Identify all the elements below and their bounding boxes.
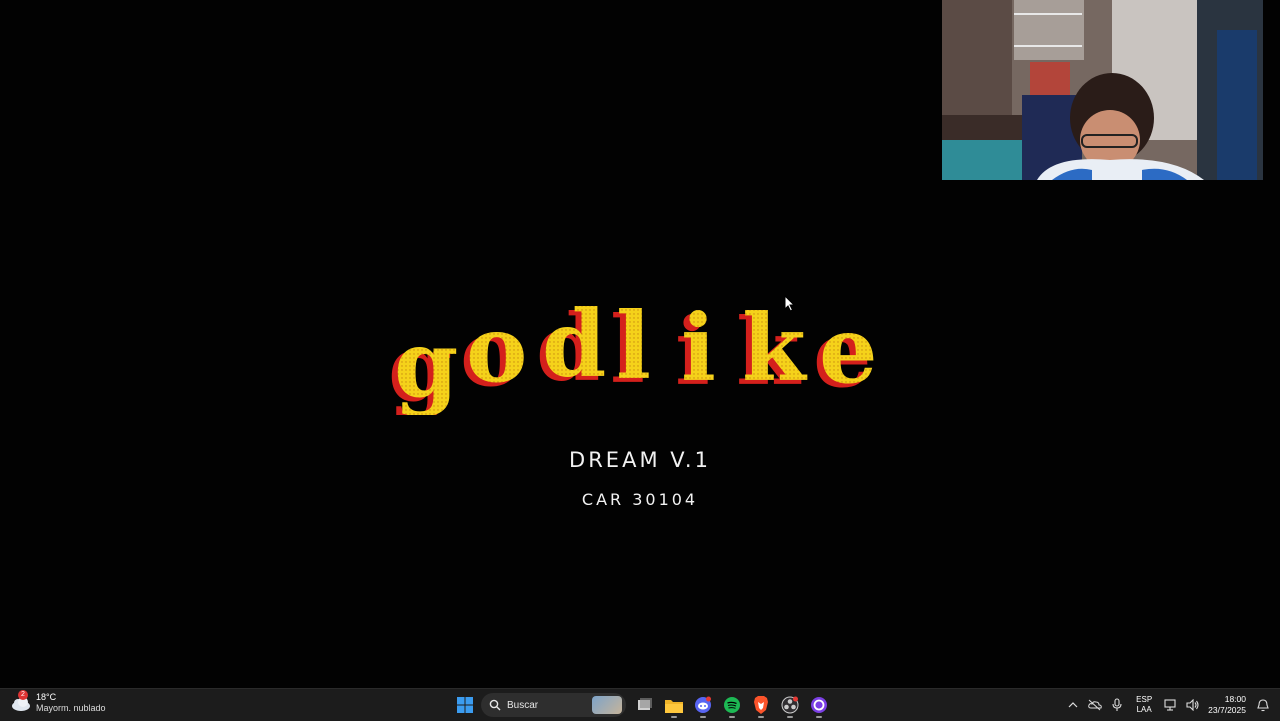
cloud-icon: 2 bbox=[10, 690, 32, 714]
taskbar-search-box[interactable]: Buscar bbox=[481, 693, 626, 717]
running-indicator bbox=[757, 716, 764, 718]
microphone-icon bbox=[1112, 698, 1122, 711]
weather-condition: Mayorm. nublado bbox=[36, 703, 106, 713]
webcam-feed-image bbox=[942, 0, 1263, 180]
title-dream-version: DREAM V.1 bbox=[569, 448, 711, 472]
svg-text:k: k bbox=[742, 300, 808, 402]
svg-text:d: d bbox=[542, 300, 606, 398]
language-code: ESP bbox=[1136, 695, 1153, 704]
mouse-cursor-icon bbox=[784, 295, 796, 312]
search-icon bbox=[489, 699, 501, 711]
bell-icon bbox=[1257, 698, 1269, 711]
onedrive-tray-button[interactable] bbox=[1085, 695, 1105, 715]
clock-time: 18:00 bbox=[1224, 694, 1246, 704]
task-view-icon bbox=[637, 698, 652, 710]
spotify-button[interactable] bbox=[718, 691, 746, 719]
notifications-button[interactable] bbox=[1253, 695, 1273, 715]
running-indicator bbox=[670, 716, 677, 718]
chevron-up-icon bbox=[1068, 702, 1078, 708]
svg-text:i: i bbox=[681, 300, 716, 402]
input-language-button[interactable]: ESP LAA bbox=[1132, 695, 1156, 715]
system-tray: ESP LAA 18:00 23/7/2025 bbox=[1062, 689, 1274, 721]
subtitle-car-number: CAR 30104 bbox=[581, 490, 699, 509]
folder-icon bbox=[664, 699, 683, 713]
brave-button[interactable] bbox=[747, 691, 775, 719]
obs-button[interactable] bbox=[776, 691, 804, 719]
obs-icon bbox=[781, 696, 798, 714]
svg-text:g: g bbox=[394, 310, 458, 415]
cloud-off-icon bbox=[1088, 699, 1102, 711]
clock-date: 23/7/2025 bbox=[1208, 705, 1246, 715]
file-explorer-button[interactable] bbox=[660, 691, 688, 719]
running-indicator bbox=[815, 716, 822, 718]
svg-text:o: o bbox=[466, 300, 527, 403]
windows-taskbar: 2 18°C Mayorm. nublado Buscar ESP LAA 18… bbox=[0, 688, 1280, 721]
svg-text:e: e bbox=[819, 300, 878, 404]
discord-button[interactable] bbox=[689, 691, 717, 719]
circle-app-icon bbox=[810, 697, 827, 713]
weather-temperature: 18°C bbox=[36, 692, 57, 702]
network-tray-button[interactable] bbox=[1161, 695, 1181, 715]
taskbar-center: Buscar bbox=[450, 689, 833, 721]
task-view-button[interactable] bbox=[631, 691, 659, 719]
network-icon bbox=[1164, 699, 1176, 711]
spotify-icon bbox=[723, 697, 740, 713]
show-hidden-icons-button[interactable] bbox=[1063, 695, 1083, 715]
godlike-logo: g o d l i k e g o d l i k e bbox=[388, 300, 878, 415]
brave-lion-icon bbox=[753, 696, 768, 714]
webcam-overlay bbox=[942, 0, 1263, 180]
running-indicator bbox=[786, 716, 793, 718]
weather-badge: 2 bbox=[18, 690, 28, 700]
svg-text:l: l bbox=[616, 300, 651, 400]
windows-logo-icon bbox=[456, 697, 473, 713]
cortana-button[interactable] bbox=[805, 691, 833, 719]
weather-widget[interactable]: 2 18°C Mayorm. nublado bbox=[10, 690, 106, 714]
keyboard-layout-code: LAA bbox=[1136, 705, 1152, 714]
stream-scene: g o d l i k e g o d l i k e godlike DREA… bbox=[0, 0, 1280, 688]
discord-icon bbox=[694, 696, 711, 713]
logo-fill: g o d l i k e bbox=[394, 300, 878, 415]
search-highlight-image bbox=[592, 696, 622, 714]
running-indicator bbox=[728, 716, 735, 718]
volume-tray-button[interactable] bbox=[1183, 695, 1203, 715]
microphone-tray-button[interactable] bbox=[1107, 695, 1127, 715]
start-button[interactable] bbox=[451, 691, 479, 719]
speaker-icon bbox=[1186, 699, 1199, 711]
taskbar-clock[interactable]: 18:00 23/7/2025 bbox=[1208, 694, 1246, 716]
search-placeholder: Buscar bbox=[507, 699, 539, 711]
running-indicator bbox=[699, 716, 706, 718]
